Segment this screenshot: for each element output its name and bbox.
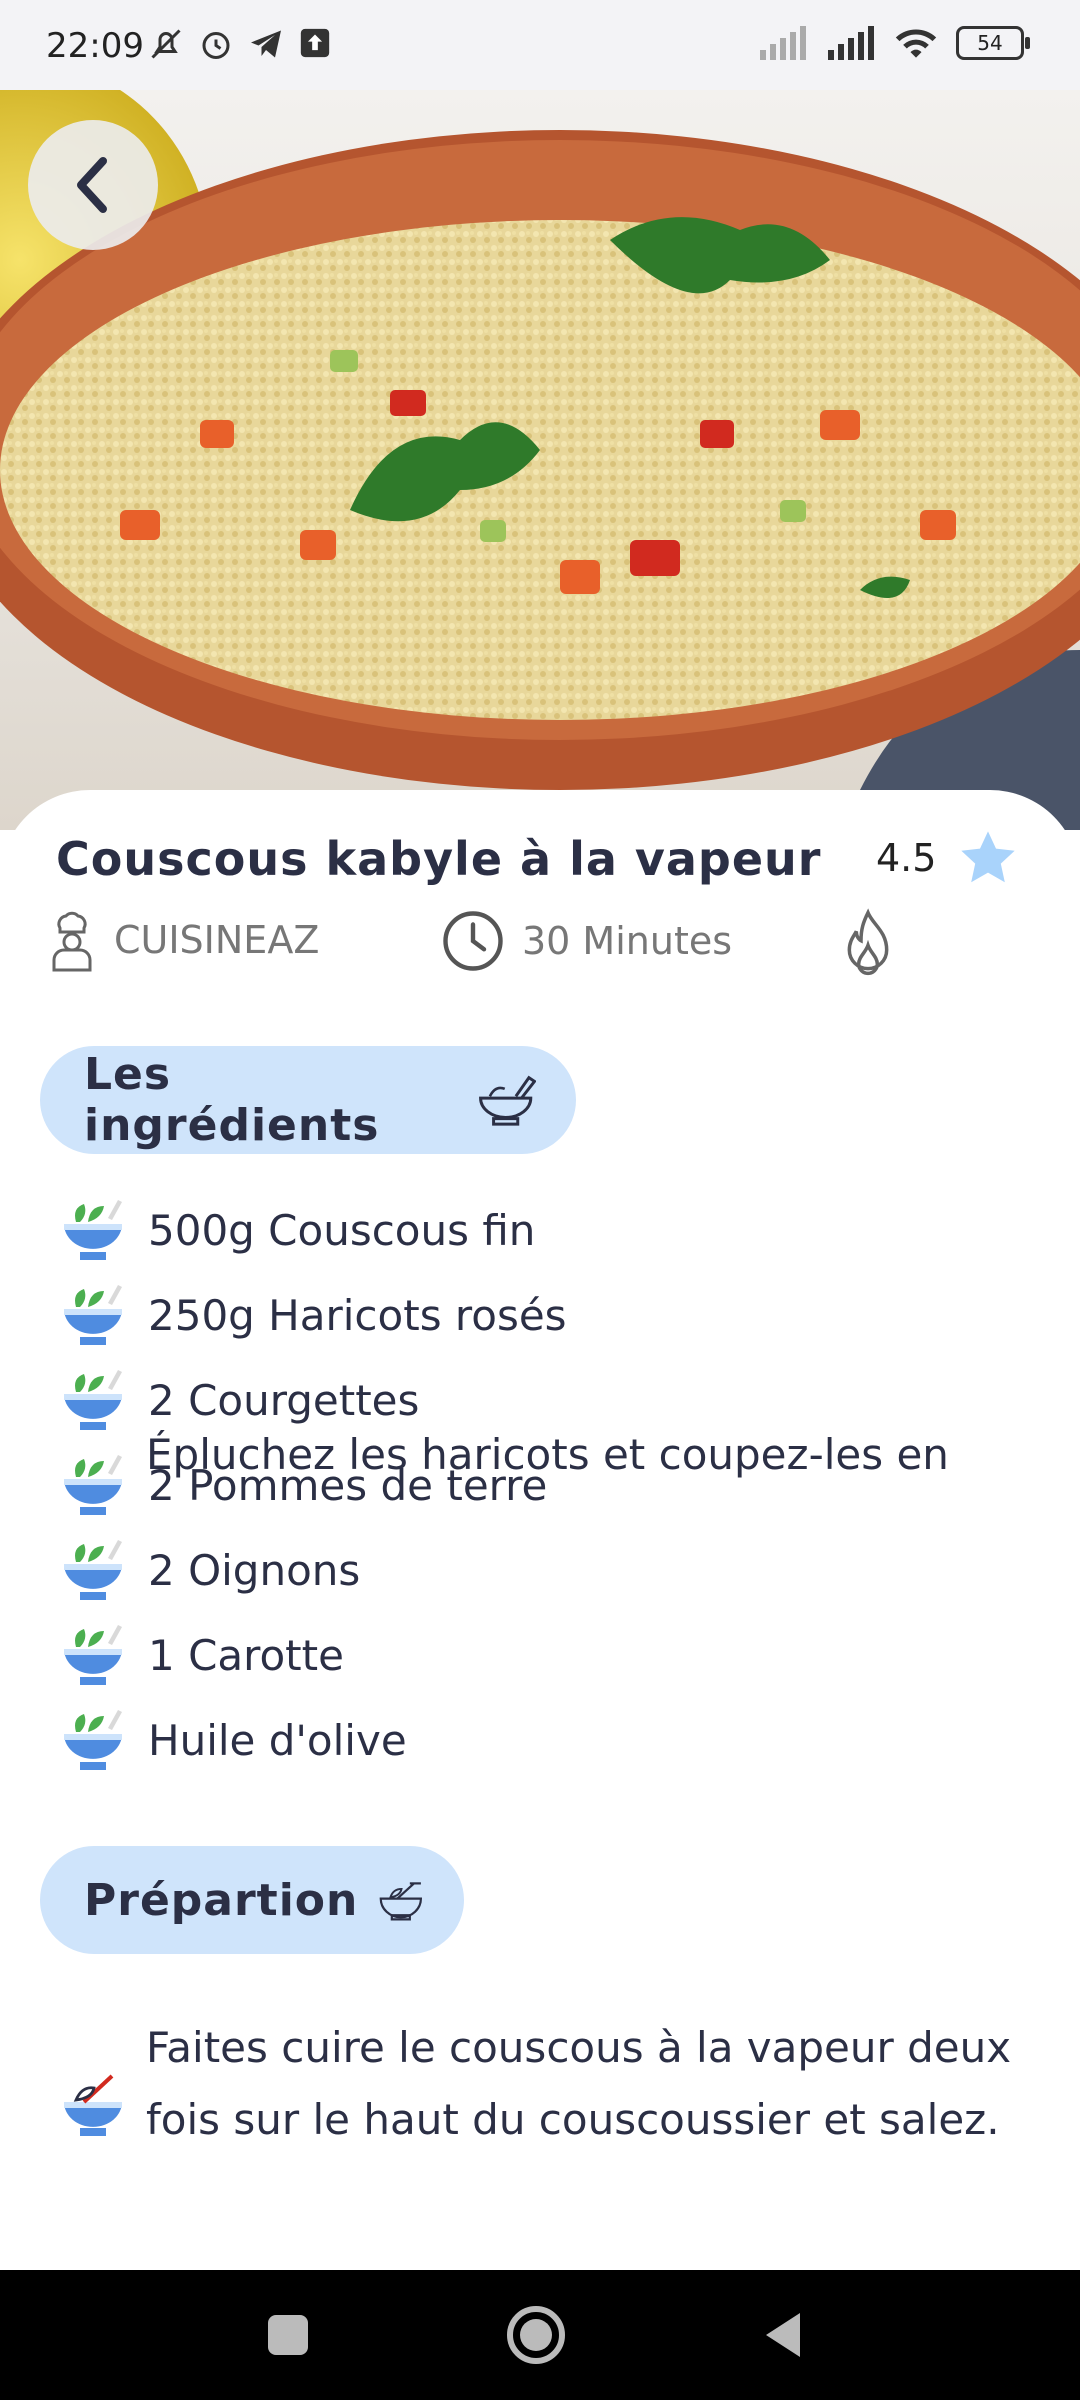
recipe-duration: 30 Minutes xyxy=(440,908,732,974)
ingredient-text: Huile d'olive xyxy=(148,1716,407,1765)
home-button[interactable] xyxy=(504,2303,568,2367)
preparation-section-header: Prépartion xyxy=(40,1846,464,1954)
step-text: Faites cuire le couscous à la vapeur deu… xyxy=(146,2023,1012,2144)
wifi-icon xyxy=(895,29,937,58)
telegram-icon xyxy=(251,30,281,58)
ingredient-text: 2 Courgettes xyxy=(148,1376,420,1425)
ingredient-bowl-icon xyxy=(64,1199,122,1260)
upload-icon xyxy=(300,28,330,58)
back-nav-button[interactable] xyxy=(752,2303,816,2367)
star-icon[interactable] xyxy=(956,826,1020,890)
alarm-icon xyxy=(202,32,230,59)
mortar-pestle-icon xyxy=(478,1075,536,1126)
list-item: 500g Couscous fin xyxy=(60,1188,1020,1273)
status-bar: 22:09 54 xyxy=(0,0,1080,90)
couscous-photo xyxy=(0,90,1080,830)
ingredient-bowl-icon xyxy=(64,1709,122,1770)
ingredient-bowl-icon xyxy=(64,1284,122,1345)
mute-icon xyxy=(151,29,181,59)
system-navigation-bar xyxy=(0,2270,1080,2400)
recipe-hero-image xyxy=(0,90,1080,830)
back-button[interactable] xyxy=(28,120,158,250)
recipe-title: Couscous kabyle à la vapeur xyxy=(56,832,822,886)
list-item: 250g Haricots rosés xyxy=(60,1273,1020,1358)
ingredients-label: Les ingrédients xyxy=(84,1049,380,1151)
ingredient-text: 2 Oignons xyxy=(148,1546,361,1595)
ingredient-text: 250g Haricots rosés xyxy=(148,1291,567,1340)
recipe-details-sheet: Couscous kabyle à la vapeur 4.5 CUISINEA… xyxy=(0,790,1080,2270)
list-item: 1 Carotte xyxy=(60,1613,1020,1698)
list-item: Huile d'olive xyxy=(60,1698,1020,1783)
difficulty-indicator xyxy=(840,908,896,978)
ingredient-text: 500g Couscous fin xyxy=(148,1206,536,1255)
step-text-partial: Épluchez les haricots et coupez-les en xyxy=(146,1430,949,1479)
duration-text: 30 Minutes xyxy=(522,919,733,963)
signal-icon xyxy=(760,26,806,60)
whisk-bowl-icon xyxy=(64,2074,122,2136)
flame-icon xyxy=(847,908,889,976)
whisk-bowl-icon xyxy=(380,1882,423,1921)
recipe-rating: 4.5 xyxy=(876,836,937,880)
author-name: CUISINEAZ xyxy=(114,918,320,962)
preparation-label: Prépartion xyxy=(84,1874,359,1926)
ingredient-text: 1 Carotte xyxy=(148,1631,344,1680)
chevron-left-icon xyxy=(77,157,107,213)
ingredient-bowl-icon xyxy=(64,1624,122,1685)
recipe-meta: CUISINEAZ 30 Minutes xyxy=(0,908,1080,978)
recipe-author: CUISINEAZ xyxy=(46,908,319,972)
battery-indicator: 54 xyxy=(956,26,1030,60)
ingredients-list: 500g Couscous fin 250g Haricots rosés 2 … xyxy=(60,1188,1020,1783)
clock-icon xyxy=(443,911,503,971)
signal-icon xyxy=(828,26,874,60)
status-time: 22:09 xyxy=(46,26,144,66)
ingredient-bowl-icon xyxy=(64,1454,122,1515)
ingredient-bowl-icon xyxy=(64,1369,122,1430)
list-item: 2 Oignons xyxy=(60,1528,1020,1613)
chef-icon xyxy=(52,911,92,972)
ingredients-section-header: Les ingrédients xyxy=(40,1046,576,1154)
recents-button[interactable] xyxy=(256,2303,320,2367)
ingredient-bowl-icon xyxy=(64,1539,122,1600)
